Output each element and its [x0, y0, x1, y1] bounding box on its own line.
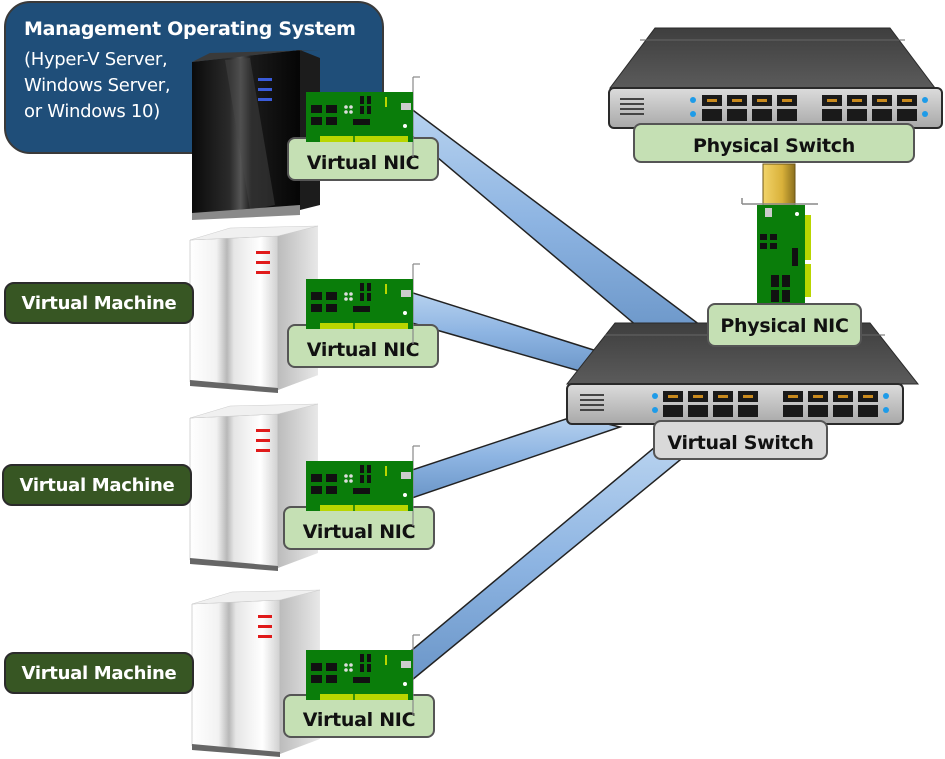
host-server-icon — [192, 50, 320, 220]
vm-label: Virtual Machine — [4, 652, 194, 694]
virtual-nic-label: Virtual NIC — [283, 506, 435, 550]
vm-label: Virtual Machine — [4, 282, 194, 324]
virtual-nic-label: Virtual NIC — [287, 137, 439, 181]
cable-vm2-to-virtual-switch — [411, 415, 623, 500]
physical-nic-card-icon — [741, 198, 818, 305]
virtual-nic-label: Virtual NIC — [287, 324, 439, 368]
virtual-switch-label: Virtual Switch — [653, 420, 828, 460]
virtual-nic-label: Virtual NIC — [283, 694, 435, 738]
physical-nic-label: Physical NIC — [707, 303, 862, 347]
hyper-v-networking-diagram: Management Operating System (Hyper-V Ser… — [0, 0, 945, 759]
physical-switch-icon — [608, 27, 943, 129]
physical-switch-label: Physical Switch — [633, 123, 915, 163]
diagram-graphics — [189, 27, 943, 757]
vm-label: Virtual Machine — [2, 464, 192, 506]
uplink-cable — [762, 163, 796, 207]
